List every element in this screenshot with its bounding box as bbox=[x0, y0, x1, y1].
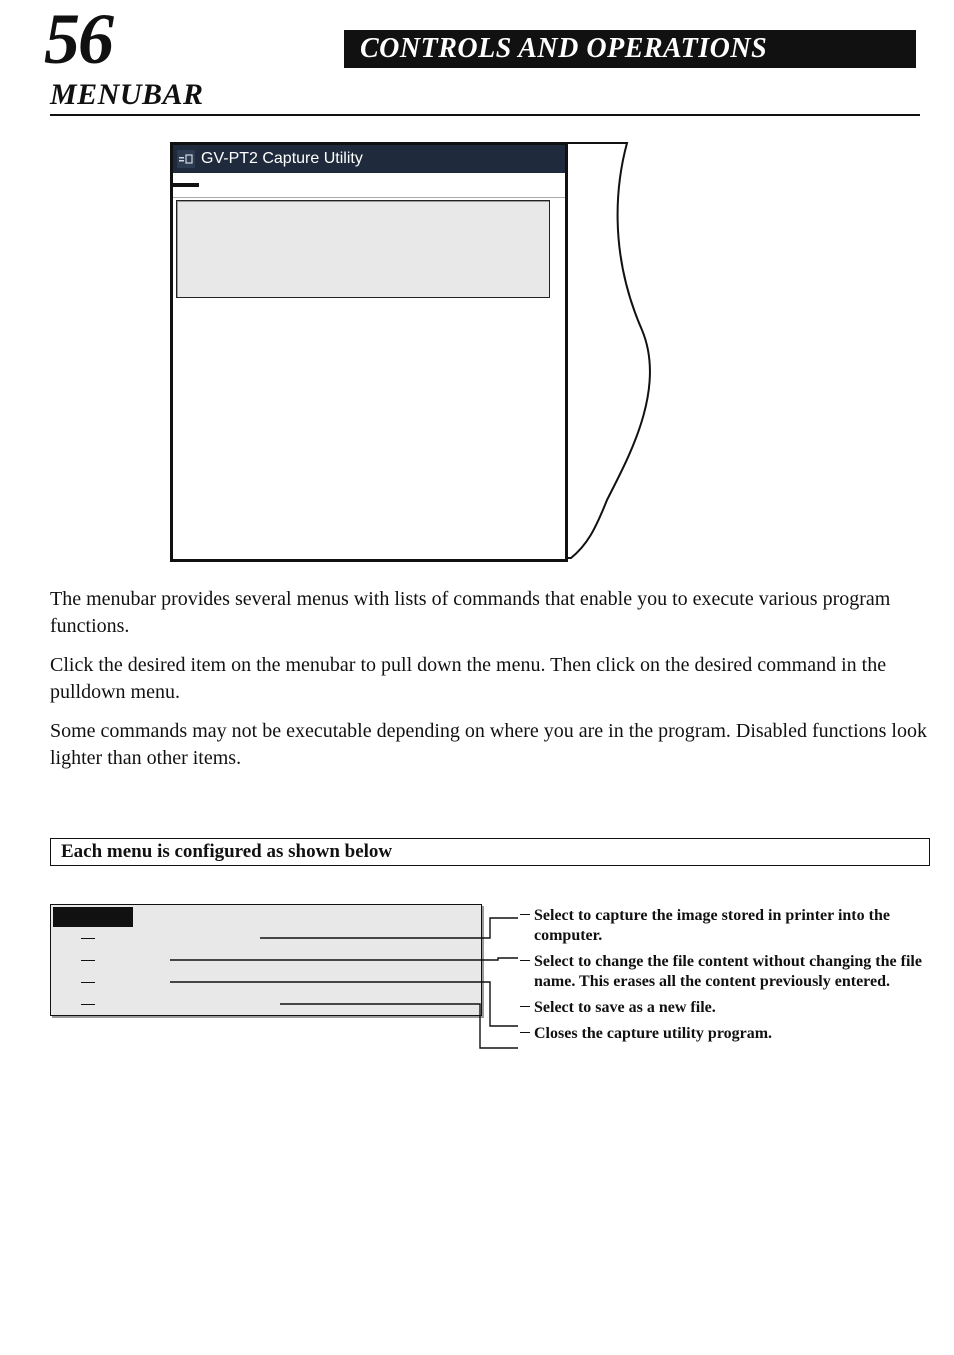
app-menubar[interactable] bbox=[173, 173, 565, 198]
page: 56 CONTROLS AND OPERATIONS MENUBAR GV-PT… bbox=[0, 0, 954, 1355]
header-banner: 56 CONTROLS AND OPERATIONS bbox=[50, 20, 916, 74]
diagram-menu-row bbox=[51, 949, 481, 971]
dropdown-item[interactable] bbox=[177, 273, 549, 297]
paragraph: Some commands may not be executable depe… bbox=[50, 718, 928, 772]
callout-tick-icon bbox=[520, 998, 534, 1018]
menubar-item-1[interactable] bbox=[199, 183, 225, 187]
callout: Closes the capture utility program. bbox=[520, 1024, 940, 1044]
body-text: The menubar provides several menus with … bbox=[50, 586, 928, 772]
callouts: Select to capture the image stored in pr… bbox=[520, 906, 940, 1050]
diagram-menu-header bbox=[53, 907, 133, 927]
app-window: GV-PT2 Capture Utility bbox=[170, 142, 568, 562]
callout-text: Select to capture the image stored in pr… bbox=[534, 906, 940, 946]
window-titlebar: GV-PT2 Capture Utility bbox=[173, 145, 565, 173]
menubar-item-2[interactable] bbox=[225, 183, 251, 187]
dropdown-item[interactable] bbox=[177, 225, 549, 249]
callout-tick-icon bbox=[520, 952, 534, 992]
menubar-item-0[interactable] bbox=[173, 183, 199, 187]
menu-diagram: Select to capture the image stored in pr… bbox=[50, 888, 916, 1128]
diagram-menu-row bbox=[51, 993, 481, 1015]
section-title: MENUBAR bbox=[50, 78, 920, 116]
callout-tick-icon bbox=[520, 1024, 534, 1044]
paragraph: The menubar provides several menus with … bbox=[50, 586, 928, 640]
page-number: 56 bbox=[44, 0, 112, 81]
paragraph: Click the desired item on the menubar to… bbox=[50, 652, 928, 706]
config-heading: Each menu is configured as shown below bbox=[61, 841, 392, 862]
torn-edge bbox=[567, 140, 687, 564]
callout: Select to change the file content withou… bbox=[520, 952, 940, 992]
dropdown-item[interactable] bbox=[177, 249, 549, 273]
diagram-menu-row bbox=[51, 927, 481, 949]
callout: Select to capture the image stored in pr… bbox=[520, 906, 940, 946]
screenshot: GV-PT2 Capture Utility bbox=[170, 142, 730, 572]
callout-tick-icon bbox=[520, 906, 534, 946]
callout-text: Select to change the file content withou… bbox=[534, 952, 940, 992]
window-title: GV-PT2 Capture Utility bbox=[201, 150, 363, 168]
diagram-menu bbox=[50, 904, 482, 1016]
callout: Select to save as a new file. bbox=[520, 998, 940, 1018]
callout-text: Closes the capture utility program. bbox=[534, 1024, 940, 1044]
app-icon bbox=[177, 150, 195, 168]
diagram-menu-row bbox=[51, 971, 481, 993]
dropdown-menu[interactable] bbox=[176, 200, 550, 298]
dropdown-item[interactable] bbox=[177, 201, 549, 225]
banner-title: CONTROLS AND OPERATIONS bbox=[344, 30, 916, 68]
callout-text: Select to save as a new file. bbox=[534, 998, 940, 1018]
